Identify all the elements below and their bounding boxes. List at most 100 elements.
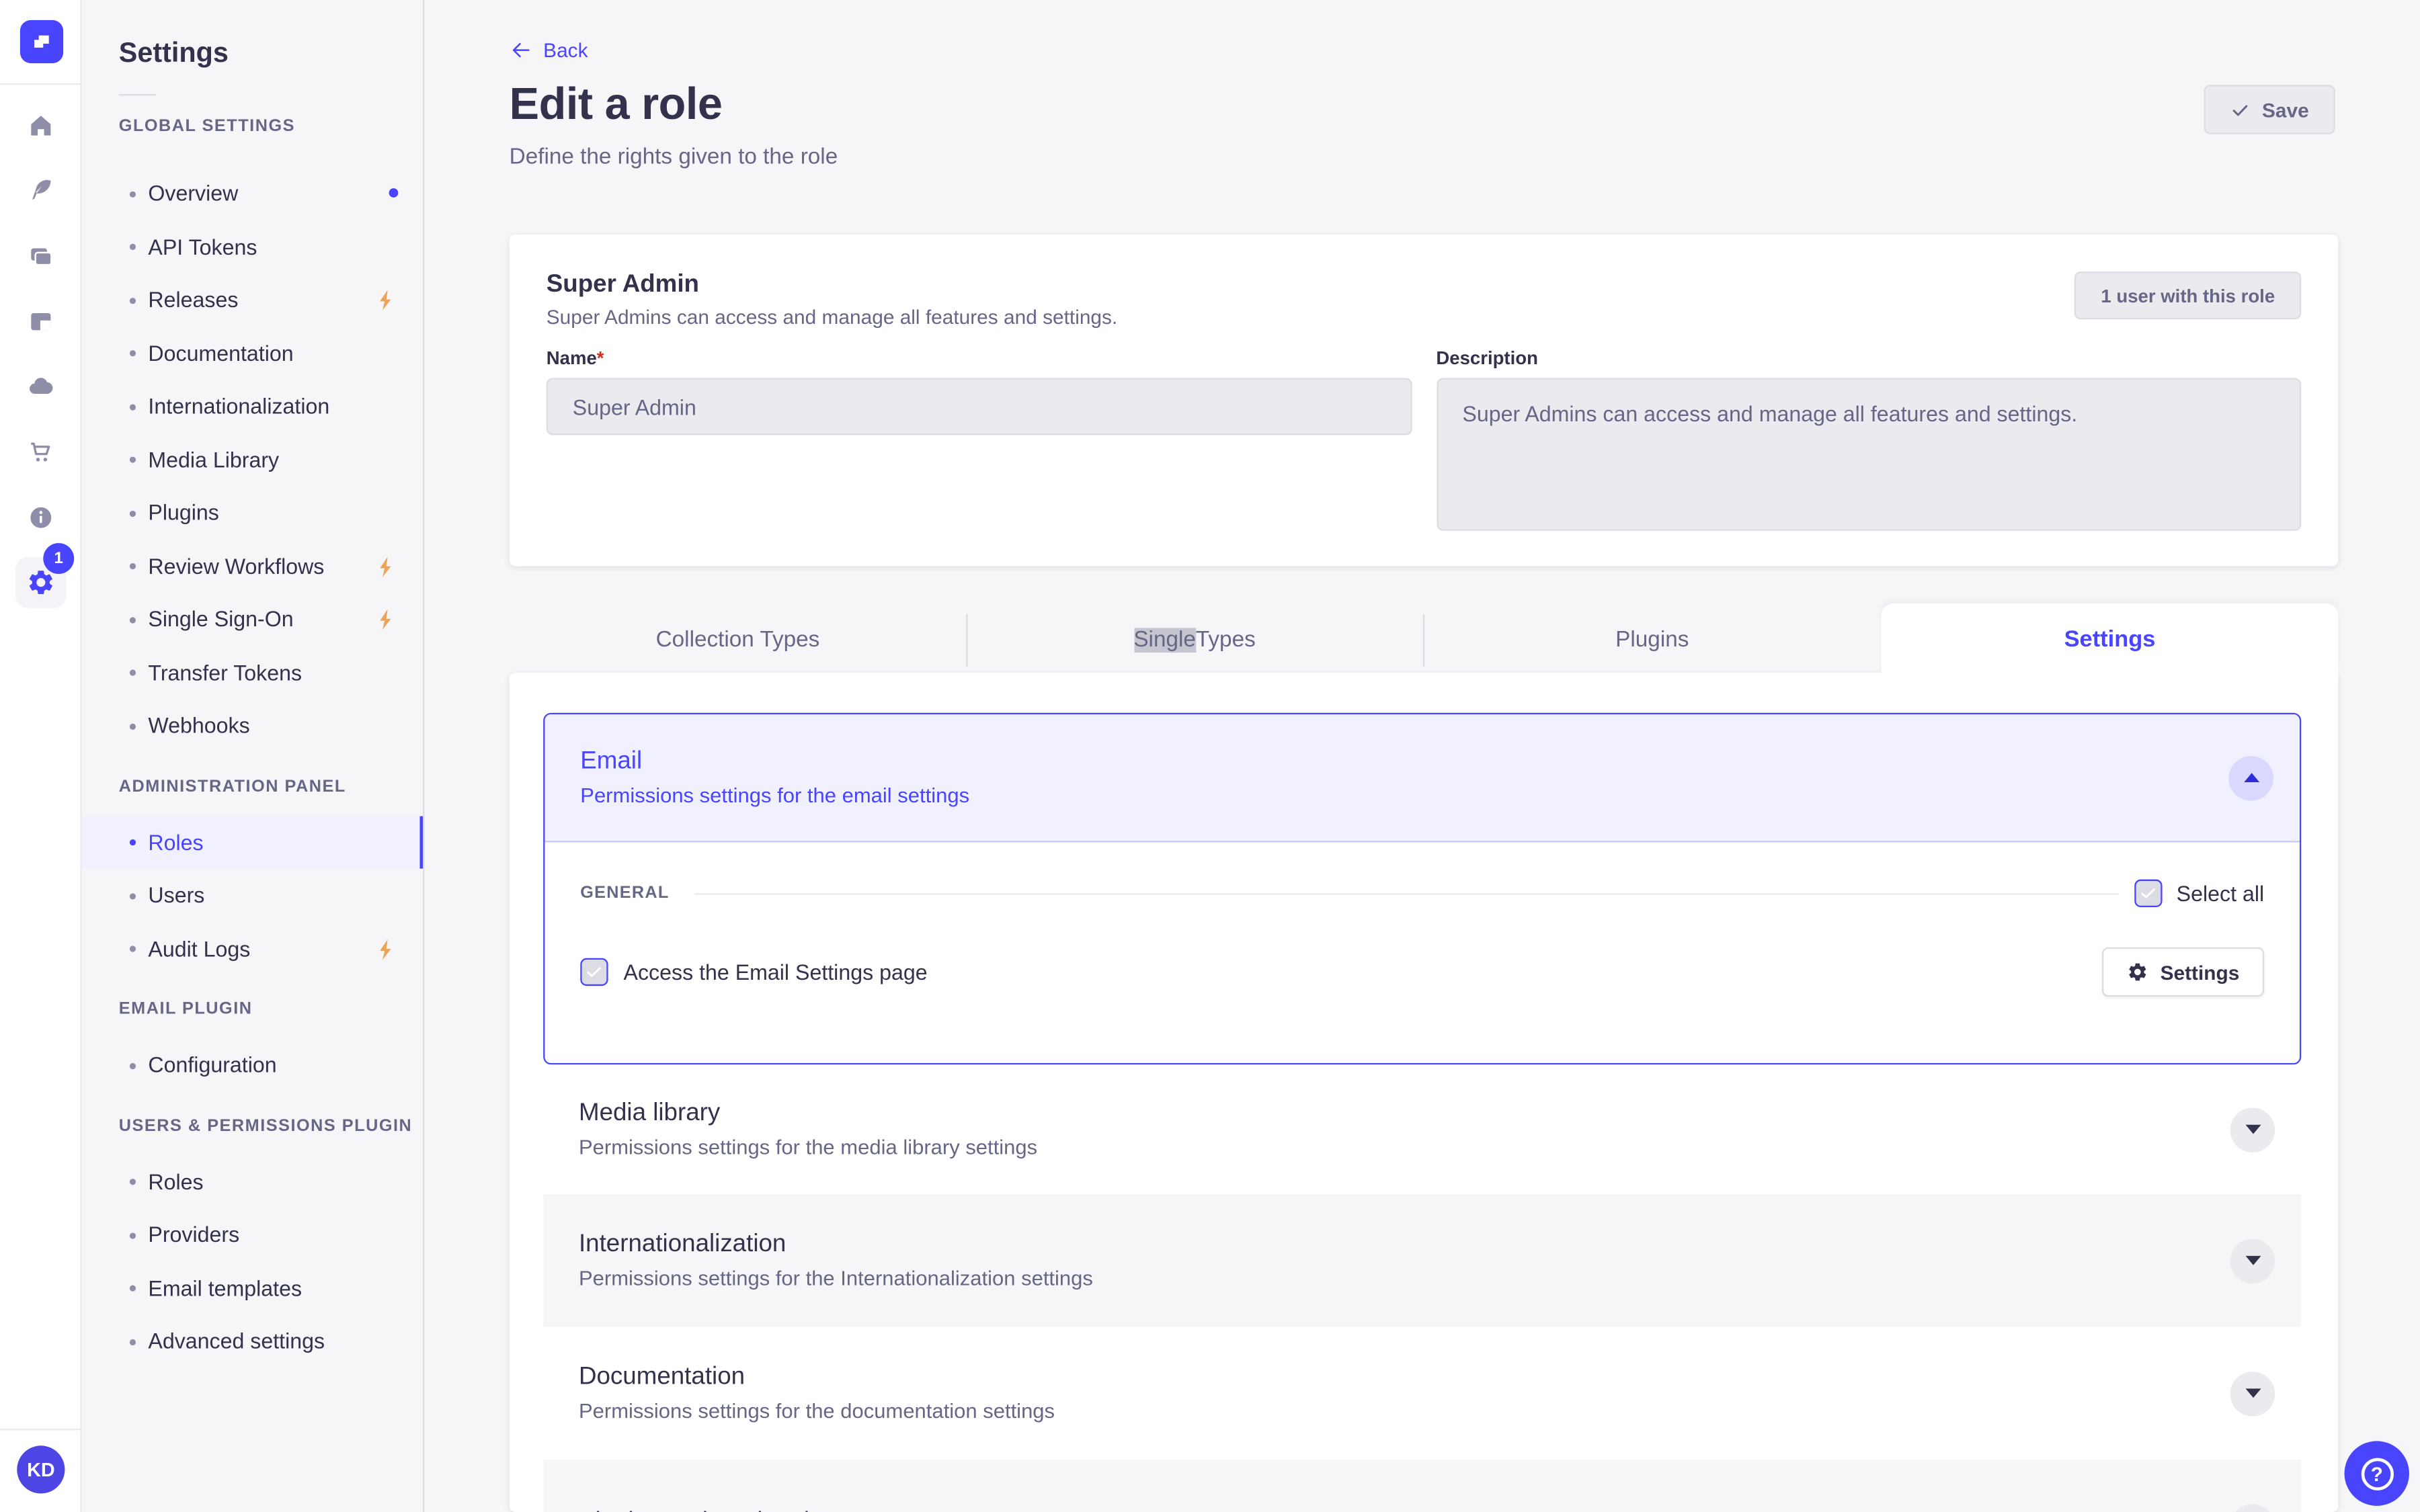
strapi-logo-icon — [34, 35, 49, 48]
description-textarea[interactable]: Super Admins can access and manage all f… — [1436, 378, 2302, 531]
sidebar-item-audit-logs[interactable]: Audit Logs — [82, 922, 423, 975]
permission-label: Access the Email Settings page — [623, 960, 928, 984]
question-mark-icon: ? — [2360, 1457, 2393, 1490]
permission-settings-button[interactable]: Settings — [2101, 947, 2265, 997]
sidebar-section-administration-panel: ADMINISTRATION PANEL Roles Users Audit L… — [81, 776, 424, 975]
check-icon — [2141, 888, 2156, 898]
accordion-internationalization[interactable]: Internationalization Permissions setting… — [543, 1194, 2302, 1327]
sidebar-title: Settings — [118, 37, 229, 69]
rail-divider-bottom — [0, 1429, 82, 1431]
sidebar-item-review-workflows[interactable]: Review Workflows — [82, 539, 423, 592]
bullet-icon — [129, 190, 136, 197]
settings-notification-badge: 1 — [43, 543, 75, 575]
description-label: Description — [1436, 347, 1538, 369]
bullet-icon — [129, 563, 136, 570]
accordion-subtitle: Permissions settings for the Internation… — [578, 1266, 1093, 1290]
accordion-email: Email Permissions settings for the email… — [543, 712, 2302, 1065]
collapse-button[interactable] — [2228, 755, 2273, 800]
bullet-icon — [129, 1338, 136, 1345]
role-description-text: Super Admins can access and manage all f… — [546, 305, 1118, 329]
accordion-plugins-and-marketplace[interactable]: Plugins and marketplace — [543, 1459, 2302, 1512]
expand-button[interactable] — [2230, 1503, 2275, 1512]
role-name-heading: Super Admin — [546, 271, 699, 298]
notification-dot-icon — [389, 188, 399, 198]
check-icon — [587, 967, 602, 977]
sidebar-item-advanced-settings[interactable]: Advanced settings — [82, 1314, 423, 1368]
bullet-icon — [129, 669, 136, 676]
tab-plugins[interactable]: Plugins — [1423, 608, 1882, 673]
tab-collection-types[interactable]: Collection Types — [510, 608, 967, 673]
users-with-role-button[interactable]: 1 user with this role — [2074, 271, 2302, 320]
select-all-checkbox[interactable] — [2134, 879, 2163, 908]
accordion-title: Plugins and marketplace — [579, 1508, 849, 1512]
accordion-title: Documentation — [578, 1363, 745, 1390]
sidebar-item-media-library[interactable]: Media Library — [82, 433, 423, 486]
save-button[interactable]: Save — [2203, 85, 2335, 134]
strapi-logo[interactable] — [19, 19, 64, 64]
sidebar-section-global-settings: GLOBAL SETTINGS Overview API Tokens Rele… — [82, 117, 423, 752]
required-asterisk: * — [596, 347, 604, 369]
sidebar-section-users-permissions-plugin: USERS & PERMISSIONS PLUGIN Roles Provide… — [82, 1116, 423, 1368]
name-input[interactable]: Super Admin — [546, 378, 1412, 435]
home-icon[interactable] — [15, 100, 67, 151]
expand-button[interactable] — [2230, 1107, 2275, 1152]
sidebar-item-releases[interactable]: Releases — [82, 273, 423, 326]
sidebar-item-roles-up[interactable]: Roles — [82, 1154, 423, 1208]
bullet-icon — [129, 456, 136, 463]
media-library-images-icon[interactable] — [15, 230, 67, 282]
accordion-media-library[interactable]: Media library Permissions settings for t… — [543, 1064, 2301, 1194]
bullet-icon — [129, 616, 136, 623]
info-icon[interactable] — [15, 491, 67, 542]
chevron-down-icon — [2245, 1255, 2261, 1265]
help-button[interactable]: ? — [2344, 1441, 2409, 1506]
sidebar-item-overview[interactable]: Overview — [82, 167, 423, 220]
section-label: ADMINISTRATION PANEL — [118, 776, 346, 796]
sidebar-item-single-sign-on[interactable]: Single Sign-On — [82, 593, 423, 646]
main-content: Back Edit a role Define the rights given… — [424, 0, 2420, 1512]
tab-single-types[interactable]: Single Types — [966, 608, 1423, 673]
back-link[interactable]: Back — [510, 38, 588, 62]
chevron-down-icon — [2245, 1388, 2261, 1398]
accordion-email-header[interactable]: Email Permissions settings for the email… — [544, 714, 2300, 843]
sidebar-item-providers[interactable]: Providers — [82, 1208, 423, 1261]
bullet-icon — [129, 1232, 136, 1238]
sidebar-item-users[interactable]: Users — [82, 869, 423, 922]
tab-settings[interactable]: Settings — [1881, 603, 2339, 675]
sidebar-item-transfer-tokens[interactable]: Transfer Tokens — [82, 646, 423, 699]
marketplace-cart-icon[interactable] — [15, 427, 67, 478]
accordion-title: Email — [580, 748, 643, 775]
bullet-icon — [129, 296, 136, 304]
sidebar-item-configuration[interactable]: Configuration — [82, 1038, 423, 1091]
accordion-email-body: GENERAL Select all Access the Email Sett… — [544, 842, 2300, 1063]
accordion-subtitle: Permissions settings for the email setti… — [580, 784, 970, 807]
section-divider-line — [694, 892, 2120, 894]
section-label: GLOBAL SETTINGS — [118, 117, 295, 136]
accordion-title: Media library — [578, 1099, 721, 1127]
sidebar-item-email-templates[interactable]: Email templates — [82, 1261, 423, 1314]
content-manager-layout-icon[interactable] — [15, 296, 67, 347]
sidebar-title-divider — [118, 94, 156, 96]
bullet-icon — [129, 1179, 136, 1185]
sidebar-item-internationalization[interactable]: Internationalization — [82, 380, 423, 433]
expand-button[interactable] — [2230, 1238, 2275, 1284]
app-root: 1 KD Settings GLOBAL SETTINGS Overview A… — [0, 0, 2420, 1512]
sidebar-item-plugins[interactable]: Plugins — [82, 486, 423, 539]
settings-sidebar: Settings GLOBAL SETTINGS Overview API To… — [81, 0, 425, 1512]
sidebar-item-api-tokens[interactable]: API Tokens — [82, 220, 423, 273]
settings-permissions-panel: Email Permissions settings for the email… — [509, 673, 2339, 1512]
user-avatar[interactable]: KD — [17, 1445, 65, 1494]
sidebar-item-documentation[interactable]: Documentation — [82, 327, 423, 380]
accordion-documentation[interactable]: Documentation Permissions settings for t… — [543, 1327, 2301, 1459]
cloud-icon[interactable] — [15, 361, 67, 412]
content-type-builder-pen-icon[interactable] — [15, 165, 67, 216]
check-icon — [2232, 104, 2247, 116]
expand-button[interactable] — [2230, 1370, 2275, 1416]
name-label: Name* — [546, 347, 604, 369]
permission-checkbox[interactable] — [580, 958, 608, 986]
bullet-icon — [129, 892, 136, 899]
sidebar-item-webhooks[interactable]: Webhooks — [82, 699, 423, 752]
lightning-icon — [380, 609, 391, 630]
sidebar-item-roles-admin[interactable]: Roles — [81, 815, 424, 869]
accordion-subtitle: Permissions settings for the documentati… — [578, 1399, 1055, 1423]
name-field-group: Name* Super Admin — [546, 347, 1412, 435]
